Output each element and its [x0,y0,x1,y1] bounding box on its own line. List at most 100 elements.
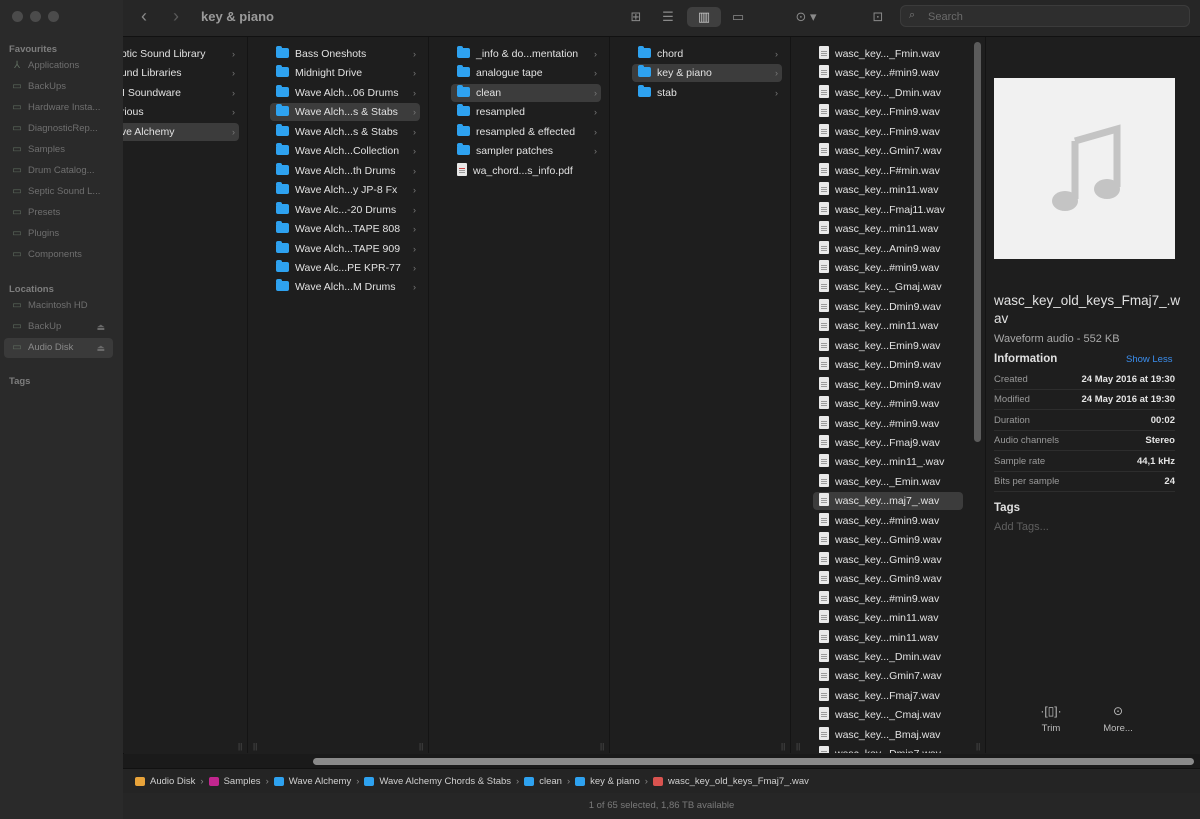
file-row[interactable]: wasc_key...F#min.wav [813,162,963,180]
folder-row[interactable]: Wave Alch...s & Stabs › [270,123,420,141]
zoom-window-button[interactable] [48,11,59,22]
sidebar-item[interactable]: ▭ BackUps [4,77,113,97]
gallery-view-button[interactable]: ▭ [725,7,751,27]
folder-row[interactable]: sampler patches › [451,142,601,160]
file-row[interactable]: wasc_key..._Emin.wav [813,473,963,491]
sidebar-item[interactable]: ▭ Audio Disk ⏏ [4,338,113,358]
folder-row[interactable]: Wave Alc...-20 Drums › [270,201,420,219]
show-less-link[interactable]: Show Less [1126,354,1172,365]
trim-button[interactable]: ·[▯]· Trim [1021,704,1081,734]
folder-row[interactable]: Bass Oneshots › [270,45,420,63]
file-row[interactable]: wasc_key...Fmin9.wav [813,103,963,121]
path-item[interactable]: clean › [524,776,575,787]
file-row[interactable]: wasc_key...Dmin9.wav [813,376,963,394]
folder-row[interactable]: Wave Alch...M Drums › [270,278,420,296]
column-view-button[interactable]: ▥ [687,7,721,27]
add-tags-field[interactable]: Add Tags... [994,521,1049,533]
icon-view-button[interactable]: ⊞ [625,7,647,27]
folder-row[interactable]: ound Libraries › [123,64,239,82]
horizontal-scrollbar[interactable] [313,758,1194,765]
file-row[interactable]: wasc_key...min11.wav [813,220,963,238]
file-row[interactable]: wasc_key...min11.wav [813,629,963,647]
eject-icon[interactable]: ⏏ [96,317,105,337]
file-row[interactable]: wasc_key...#min9.wav [813,415,963,433]
file-row[interactable]: wasc_key...Dmin9.wav [813,298,963,316]
folder-row[interactable]: Wave Alch...06 Drums › [270,84,420,102]
sidebar-item[interactable]: ▭ Components [4,245,113,265]
folder-row[interactable]: Wave Alch...Collection › [270,142,420,160]
search-input[interactable] [926,8,1180,26]
folder-row[interactable]: clean › [451,83,601,102]
file-row[interactable]: wasc_key...Fmaj7.wav [813,687,963,705]
folder-row[interactable]: Wave Alch...y JP-8 Fx › [270,181,420,199]
folder-row[interactable]: VI Soundware › [123,84,239,102]
column-resize-handle[interactable]: || [253,742,257,751]
file-row[interactable]: wasc_key..._Dmin.wav [813,84,963,102]
vertical-scrollbar[interactable] [974,42,981,442]
file-row[interactable]: wasc_key...Gmin9.wav [813,551,963,569]
folder-row[interactable]: ave Alchemy › [123,122,239,141]
path-item[interactable]: Audio Disk › [135,776,209,787]
column-resize-handle[interactable]: || [781,742,785,751]
folder-row[interactable]: Wave Alch...TAPE 909 › [270,240,420,258]
file-row[interactable]: wasc_key...min11.wav [813,317,963,335]
column-5[interactable]: wasc_key..._Fmin.wav wasc_key...#min9.wav… [791,37,986,753]
file-row[interactable]: wasc_key..._Dmin.wav [813,648,963,666]
file-row[interactable]: wasc_key...Amin9.wav [813,240,963,258]
file-row[interactable]: wasc_key...#min9.wav [813,512,963,530]
folder-row[interactable]: Wave Alch...TAPE 808 › [270,220,420,238]
column-1[interactable]: eptic Sound Library›ound Libraries› VI So… [123,37,248,753]
sidebar-item[interactable]: ▭ Macintosh HD [4,296,113,316]
sidebar-item[interactable]: ▭ Hardware Insta... [4,98,113,118]
file-row[interactable]: wasc_key...Gmin9.wav [813,570,963,588]
path-item[interactable]: wasc_key_old_keys_Fmaj7_.wav [652,776,809,787]
folder-row[interactable]: _info & do...mentation › [451,45,601,63]
file-row[interactable]: wasc_key...min11_.wav [813,453,963,471]
search-field[interactable]: ⌕ [900,5,1190,27]
folder-row[interactable]: Wave Alc...PE KPR-77 › [270,259,420,277]
folder-row[interactable]: chord › [632,45,782,63]
file-row[interactable]: wasc_key...Dmin9.wav [813,356,963,374]
column-resize-handle[interactable]: || [419,742,423,751]
file-row[interactable]: wasc_key...Dmin7.wav [813,745,963,753]
column-resize-handle[interactable]: || [976,742,980,751]
file-row[interactable]: wasc_key...Emin9.wav [813,337,963,355]
file-row[interactable]: wasc_key...Fmaj9.wav [813,434,963,452]
folder-row[interactable]: Wave Alch...th Drums › [270,162,420,180]
file-row[interactable]: wasc_key...Fmin9.wav [813,123,963,141]
folder-row[interactable]: resampled › [451,103,601,121]
sidebar-item[interactable]: ▭ Presets [4,203,113,223]
folder-row[interactable]: key & piano › [632,64,782,83]
sidebar-item[interactable]: ⅄ Applications [4,56,113,76]
path-item[interactable]: key & piano › [575,776,653,787]
column-resize-handle[interactable]: || [796,742,800,751]
folder-row[interactable]: eptic Sound Library › [123,45,239,63]
minimize-window-button[interactable] [30,11,41,22]
file-row[interactable]: wasc_key...Gmin9.wav [813,531,963,549]
column-resize-handle[interactable]: || [600,742,604,751]
action-menu-button[interactable]: ⊙ ▾ [789,7,823,27]
folder-row[interactable]: Midnight Drive › [270,64,420,82]
file-row[interactable]: wasc_key...Gmin7.wav [813,667,963,685]
eject-icon[interactable]: ⏏ [96,338,105,358]
file-row[interactable]: wasc_key...min11.wav [813,609,963,627]
sidebar-item[interactable]: ▭ Plugins [4,224,113,244]
file-row[interactable]: wasc_key...Gmin7.wav [813,142,963,160]
file-row[interactable]: wasc_key..._Cmaj.wav [813,706,963,724]
column-2[interactable]: Bass Oneshots › Midnight Drive › Wave Alch..… [248,37,429,753]
path-item[interactable]: Wave Alchemy › [273,776,365,787]
more-button[interactable]: ⊙ More... [1088,704,1148,734]
file-row[interactable]: wa_chord...s_info.pdf [451,162,601,180]
sidebar-item[interactable]: ▭ BackUp ⏏ [4,317,113,337]
folder-row[interactable]: resampled & effected › [451,123,601,141]
back-button[interactable]: ‹ [141,6,147,27]
file-row[interactable]: wasc_key...Fmaj11.wav [813,201,963,219]
sidebar-item[interactable]: ▭ Samples [4,140,113,160]
forward-button[interactable]: › [173,6,179,27]
path-item[interactable]: Wave Alchemy Chords & Stabs › [364,776,524,787]
folder-row[interactable]: stab › [632,84,782,102]
folder-row[interactable]: arious › [123,103,239,121]
folder-row[interactable]: analogue tape › [451,64,601,82]
file-row[interactable]: wasc_key..._Bmaj.wav [813,726,963,744]
path-item[interactable]: Samples › [208,776,274,787]
